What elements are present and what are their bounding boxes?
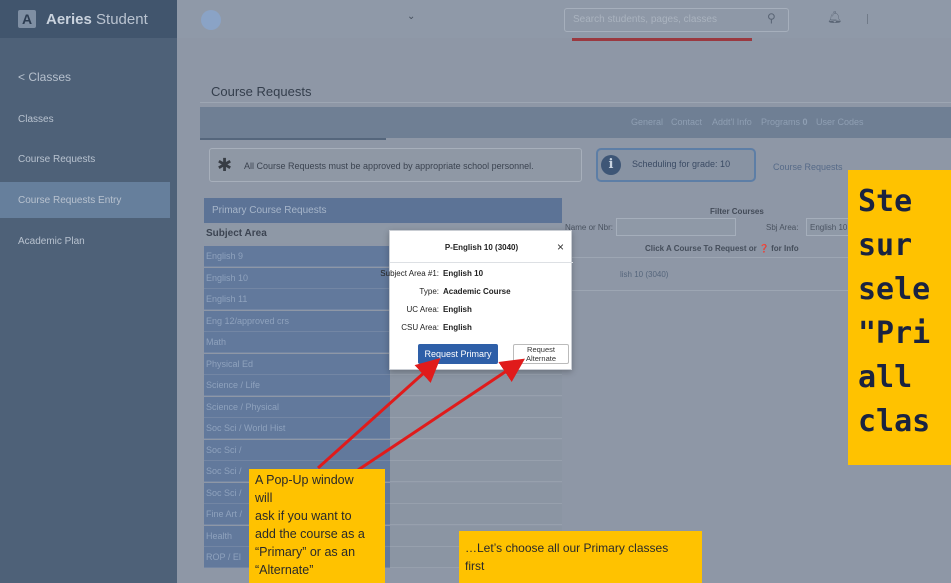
bell-icon[interactable]: 🔔︎ — [827, 10, 842, 24]
course-requests-link[interactable]: Course Requests — [773, 162, 843, 172]
close-icon[interactable]: × — [557, 240, 564, 254]
click-course-instruction: Click A Course To Request or ❓ for Info — [645, 244, 799, 253]
subject-area-row[interactable]: English 11 — [204, 289, 390, 310]
sidebar-item-course-requests[interactable]: Course Requests — [0, 141, 170, 177]
status-underline — [572, 38, 752, 41]
subject-area-row[interactable]: Physical Ed — [204, 353, 390, 375]
divider — [564, 257, 864, 258]
sidebar: A Aeries Student < Classes Classes Cours… — [0, 0, 177, 583]
tab-addtl-info[interactable]: Addt'l Info — [712, 117, 752, 127]
programs-badge: 0 — [802, 117, 808, 127]
selected-course-cell — [390, 375, 562, 396]
course-result-link[interactable]: lish 10 (3040) — [620, 270, 668, 279]
selected-course-cell — [390, 482, 562, 504]
tab-contact[interactable]: Contact — [671, 117, 702, 127]
subject-area-row[interactable]: Science / Life — [204, 375, 390, 396]
popup-row-subject-area: Subject Area #1: English 10 — [380, 269, 484, 278]
selected-course-cell — [390, 418, 562, 439]
divider — [390, 262, 573, 263]
chevron-down-icon[interactable]: ⌄ — [407, 11, 415, 22]
search-icon[interactable]: ⚲ — [767, 11, 776, 25]
info-icon: i — [601, 155, 621, 175]
popup-row-csu-area: CSU Area: English — [401, 323, 472, 332]
divider — [200, 102, 951, 103]
top-bar: ⌄ Search students, pages, classes ⚲ 🔔︎ — [177, 0, 951, 38]
selected-course-cell — [390, 439, 562, 461]
selected-course-cell — [390, 396, 562, 418]
brand-name: Aeries Student — [46, 10, 148, 28]
popup-title: P-English 10 (3040) — [444, 243, 519, 252]
tab-general[interactable]: General — [631, 117, 663, 127]
student-banner-edge — [200, 138, 386, 140]
subject-area-row[interactable]: Math — [204, 332, 390, 353]
search-input[interactable]: Search students, pages, classes — [564, 8, 789, 32]
name-or-number-label: Name or Nbr: — [565, 223, 614, 232]
request-alternate-button[interactable]: Request Alternate — [513, 344, 569, 364]
aeries-logo-icon: A — [18, 10, 36, 28]
sidebar-item-classes[interactable]: Classes — [0, 101, 170, 137]
asterisk-icon: ✱ — [217, 155, 233, 175]
sidebar-item-course-requests-entry[interactable]: Course Requests Entry — [0, 182, 170, 218]
popup-row-type: Type: Academic Course — [419, 287, 511, 296]
filter-courses-title: Filter Courses — [710, 207, 764, 216]
name-or-number-input[interactable] — [616, 218, 736, 236]
popup-row-uc-area: UC Area: English — [406, 305, 472, 314]
tab-programs[interactable]: Programs 0 — [761, 117, 808, 127]
approval-notice-text: All Course Requests must be approved by … — [244, 161, 534, 171]
primary-first-note: …Let’s choose all our Primary classes fi… — [459, 531, 702, 583]
scheduling-grade-text: Scheduling for grade: 10 — [632, 159, 731, 169]
primary-course-requests-header: Primary Course Requests — [204, 198, 562, 223]
tab-user-codes[interactable]: User Codes — [816, 117, 864, 127]
step-callout-text: Ste sur sele "Pri all clas — [858, 184, 931, 439]
subject-area-row[interactable]: Soc Sci / — [204, 439, 390, 461]
sidebar-item-academic-plan[interactable]: Academic Plan — [0, 223, 170, 259]
subject-area-row[interactable]: Eng 12/approved crs — [204, 310, 390, 332]
subject-area-row[interactable]: English 10 — [204, 267, 390, 289]
back-to-classes-link[interactable]: < Classes — [18, 70, 71, 84]
course-request-popup: P-English 10 (3040) × Subject Area #1: En… — [380, 230, 573, 370]
selected-course-cell — [390, 504, 562, 525]
popup-explanation-note: A Pop-Up window will ask if you want to … — [249, 469, 385, 583]
subject-area-row[interactable]: English 9 — [204, 246, 390, 267]
logo-bar[interactable]: A Aeries Student — [0, 0, 177, 38]
school-avatar[interactable] — [201, 10, 221, 30]
divider — [867, 14, 868, 24]
subject-area-label: Sbj Area: — [766, 223, 799, 232]
subject-area-row[interactable]: Soc Sci / World Hist — [204, 418, 390, 439]
request-primary-button[interactable]: Request Primary — [418, 344, 498, 364]
subject-area-row[interactable]: Science / Physical — [204, 396, 390, 418]
selected-course-cell — [390, 461, 562, 482]
page-title: Course Requests — [211, 84, 312, 99]
divider — [564, 290, 864, 291]
